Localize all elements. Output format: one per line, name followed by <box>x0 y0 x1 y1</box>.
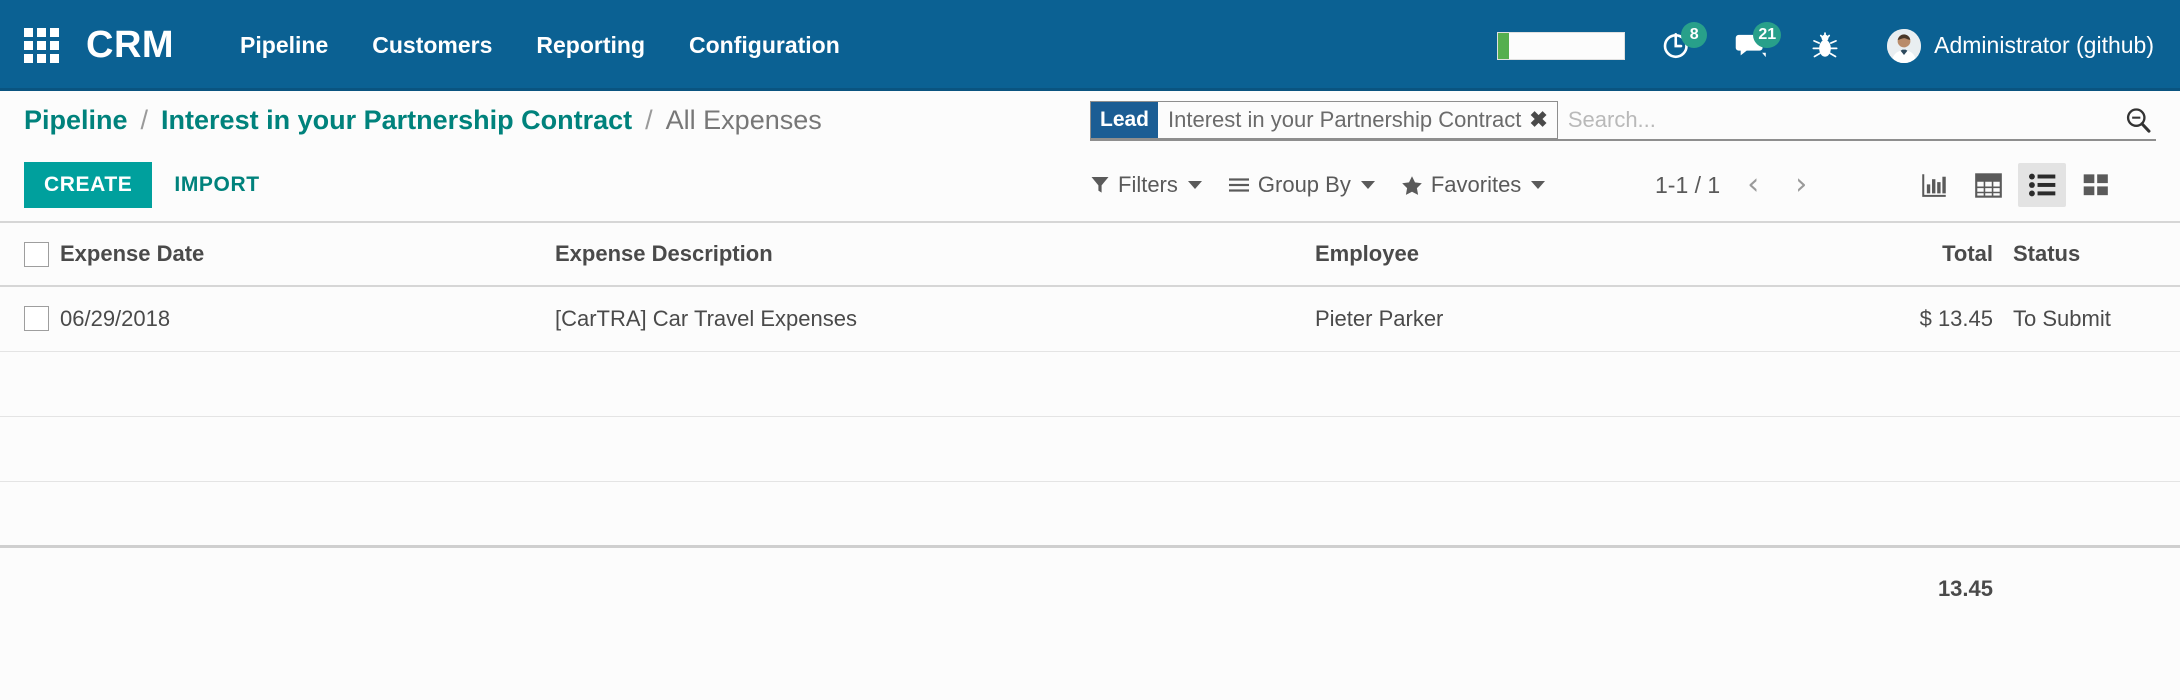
user-name-label: Administrator (github) <box>1934 32 2154 58</box>
create-button[interactable]: CREATE <box>24 162 153 208</box>
pager-previous-button[interactable]: ‹ <box>1738 170 1768 200</box>
progress-bar <box>1497 31 1626 60</box>
group-by-label: Group By <box>1257 172 1351 197</box>
avatar-photo-icon <box>1887 28 1922 63</box>
favorites-label: Favorites <box>1430 172 1522 197</box>
view-switcher-pivot[interactable] <box>1964 163 2012 207</box>
search-options-group: Filters Group By Favorites <box>1090 172 1546 198</box>
table-header-row: Expense Date Expense Description Employe… <box>0 222 2180 286</box>
column-header-status[interactable]: Status <box>1993 222 2180 286</box>
view-switcher-list[interactable] <box>2018 163 2066 207</box>
menu-item-reporting[interactable]: Reporting <box>536 32 645 59</box>
cell-employee: Pieter Parker <box>1315 305 1444 331</box>
cell-status: To Submit <box>2013 305 2111 331</box>
table-header: Expense Date Expense Description Employe… <box>0 222 2180 286</box>
cell-expense-date: 06/29/2018 <box>60 305 171 331</box>
table-footer: 13.45 <box>0 546 2180 630</box>
breadcrumb-separator: / <box>645 104 653 135</box>
list-icon <box>2028 173 2055 197</box>
pager: 1-1 / 1 ‹ › <box>1655 170 1816 200</box>
table-grid-icon <box>1974 172 2002 198</box>
chevron-down-icon <box>1531 181 1546 189</box>
footer-total-value: 13.45 <box>1937 575 1993 601</box>
messages-count-badge: 21 <box>1753 21 1782 48</box>
search-icon[interactable] <box>2114 101 2156 139</box>
table-empty-row <box>0 416 2180 481</box>
cell-total: $ 13.45 <box>1919 305 1993 331</box>
user-menu-button[interactable]: Administrator (github) <box>1887 28 2154 63</box>
control-bar: CREATE IMPORT Filters Group By Favorites <box>0 149 2180 221</box>
column-header-total[interactable]: Total <box>1815 222 1993 286</box>
breadcrumb-row: Pipeline / Interest in your Partnership … <box>0 91 2180 149</box>
filters-label: Filters <box>1118 172 1178 197</box>
table-row[interactable]: 06/29/2018 [CarTRA] Car Travel Expenses … <box>0 286 2180 351</box>
star-icon <box>1402 175 1422 195</box>
import-button[interactable]: IMPORT <box>174 173 259 197</box>
funnel-icon <box>1091 177 1109 193</box>
table-empty-row <box>0 351 2180 416</box>
filters-dropdown[interactable]: Filters <box>1090 172 1202 198</box>
search-input[interactable] <box>1557 101 2114 139</box>
column-header-employee[interactable]: Employee <box>1315 222 1815 286</box>
breadcrumb-item-lead[interactable]: Interest in your Partnership Contract <box>161 105 632 136</box>
menu-item-configuration[interactable]: Configuration <box>689 32 840 59</box>
chevron-down-icon <box>1360 181 1375 189</box>
app-brand-crm[interactable]: CRM <box>86 24 174 67</box>
search-facet-lead[interactable]: Lead Interest in your Partnership Contra… <box>1090 101 1558 139</box>
row-checkbox[interactable] <box>24 306 49 332</box>
pager-next-button[interactable]: › <box>1786 170 1816 200</box>
navbar-right-tools: 8 21 Administrator (github) <box>1497 21 2154 68</box>
bug-icon <box>1812 31 1838 57</box>
menu-item-pipeline[interactable]: Pipeline <box>240 32 328 59</box>
breadcrumb-separator: / <box>140 104 149 135</box>
select-all-checkbox[interactable] <box>24 241 49 267</box>
avatar <box>1887 28 1922 63</box>
group-by-dropdown[interactable]: Group By <box>1228 172 1375 198</box>
pager-range-label: 1-1 / 1 <box>1655 171 1721 198</box>
apps-grid-icon[interactable] <box>22 27 60 65</box>
kanban-icon <box>2083 174 2108 196</box>
hamburger-icon <box>1228 178 1249 192</box>
activities-count-badge: 8 <box>1681 21 1708 48</box>
debug-button[interactable] <box>1803 24 1847 68</box>
search-control: Lead Interest in your Partnership Contra… <box>1090 101 2156 141</box>
table-footer-row: 13.45 <box>0 546 2180 630</box>
chevron-down-icon <box>1187 181 1202 189</box>
top-navbar: CRM Pipeline Customers Reporting Configu… <box>0 0 2180 91</box>
progress-bar-fill <box>1498 32 1510 59</box>
bar-chart-icon <box>1921 173 1946 197</box>
breadcrumb-item-pipeline[interactable]: Pipeline <box>24 105 128 136</box>
select-all-header <box>0 222 60 286</box>
view-switcher-kanban[interactable] <box>2072 163 2120 207</box>
activities-button[interactable]: 8 <box>1655 21 1708 68</box>
breadcrumb-item-all-expenses: All Expenses <box>665 104 822 135</box>
view-switcher <box>1910 163 2120 207</box>
row-select-cell <box>0 286 60 351</box>
cell-expense-description: [CarTRA] Car Travel Expenses <box>555 305 857 331</box>
table-empty-row <box>0 481 2180 546</box>
messages-button[interactable]: 21 <box>1729 21 1782 68</box>
column-header-expense-date[interactable]: Expense Date <box>60 222 555 286</box>
table-body: 06/29/2018 [CarTRA] Car Travel Expenses … <box>0 286 2180 546</box>
column-header-expense-description[interactable]: Expense Description <box>555 222 1315 286</box>
search-facet-value: Interest in your Partnership Contract <box>1168 107 1522 132</box>
menu-item-customers[interactable]: Customers <box>372 32 492 59</box>
search-facet-label: Lead <box>1091 102 1159 138</box>
main-menu: Pipeline Customers Reporting Configurati… <box>240 32 840 59</box>
close-icon[interactable]: ✖ <box>1529 102 1556 138</box>
expense-list-table: Expense Date Expense Description Employe… <box>0 221 2180 630</box>
favorites-dropdown[interactable]: Favorites <box>1401 172 1546 198</box>
view-switcher-graph[interactable] <box>1910 163 1958 207</box>
